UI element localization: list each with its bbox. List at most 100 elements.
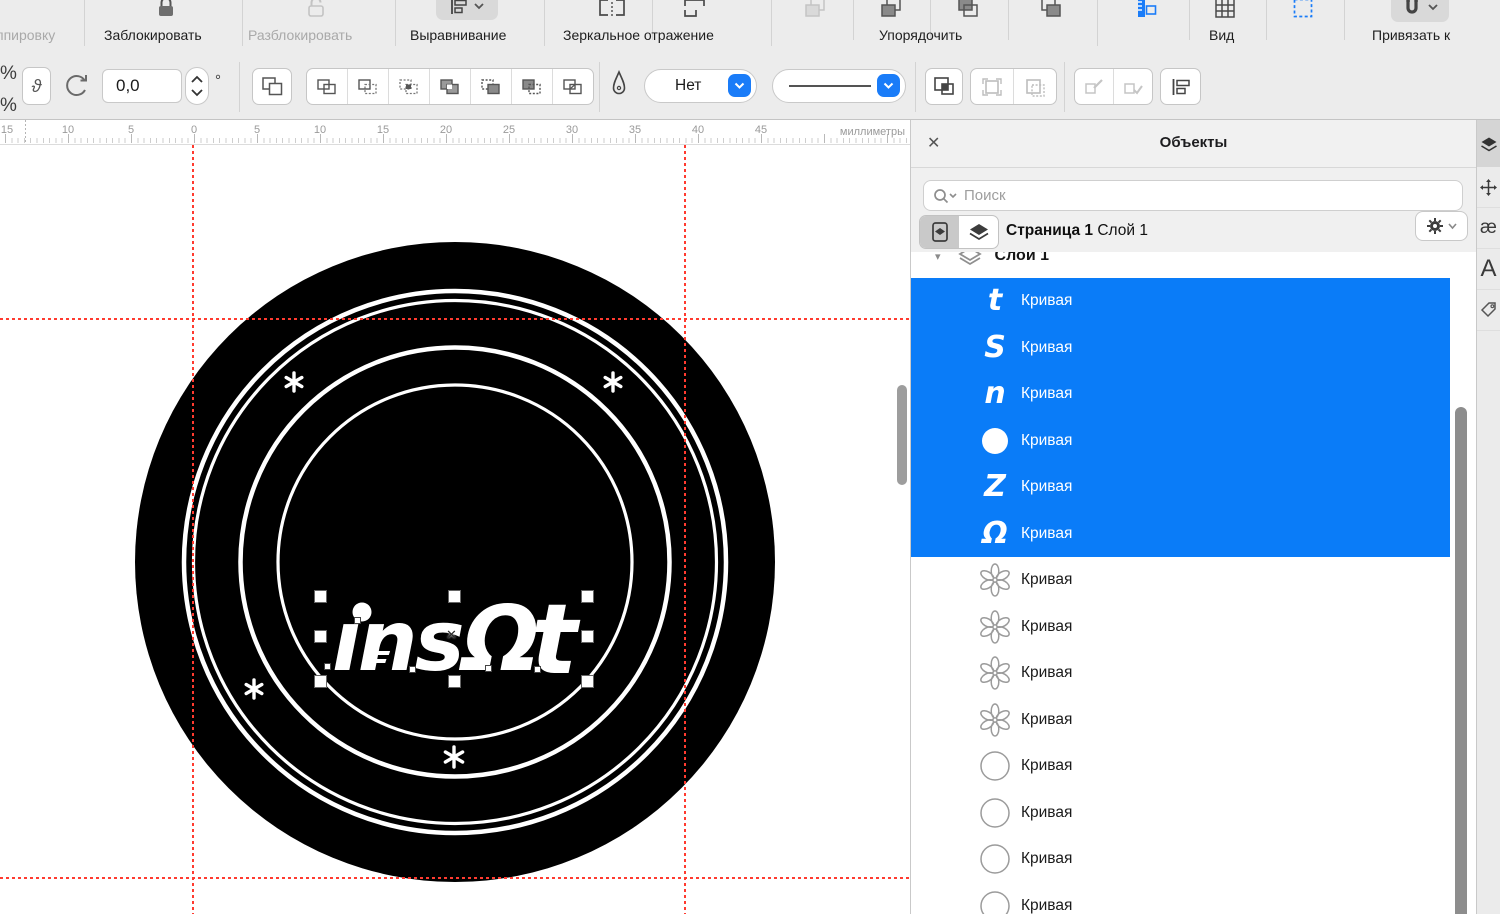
shape-exclude-button[interactable] <box>430 69 471 104</box>
canvas[interactable]: ıns Ω t ✕ <box>0 145 910 914</box>
selection-handle-ne[interactable] <box>581 590 594 603</box>
selection-handle-e[interactable] <box>581 630 594 643</box>
object-row-curve[interactable]: Кривая <box>911 883 1450 914</box>
vertical-guide[interactable] <box>684 145 686 914</box>
list-mode-segmented-control[interactable] <box>919 215 999 249</box>
stamp-artwork[interactable]: ıns Ω t <box>135 242 775 882</box>
object-anchor[interactable] <box>354 617 361 624</box>
object-row-curve[interactable]: SКривая <box>911 325 1450 372</box>
object-name[interactable]: Кривая <box>1021 432 1072 450</box>
snap-button-label[interactable]: Привязать к <box>1372 27 1450 43</box>
text-align-button[interactable] <box>1160 68 1201 105</box>
shape-outline-button[interactable] <box>553 69 593 104</box>
object-anchor[interactable] <box>485 665 492 672</box>
arrange-button-label[interactable]: Упорядочить <box>879 27 962 43</box>
object-name[interactable]: Кривая <box>1021 850 1072 868</box>
object-name[interactable]: Кривая <box>1021 385 1072 403</box>
rotate-icon[interactable] <box>62 71 90 99</box>
disclosure-triangle-icon[interactable]: ▾ <box>935 252 941 263</box>
selection-center-mark[interactable]: ✕ <box>446 627 457 643</box>
vertical-guide[interactable] <box>192 145 194 914</box>
object-name[interactable]: Кривая <box>1021 571 1072 589</box>
selection-handle-se[interactable] <box>581 675 594 688</box>
object-row-curve[interactable]: Кривая <box>911 557 1450 604</box>
tags-tab[interactable] <box>1477 290 1500 331</box>
search-input[interactable]: Поиск <box>923 180 1463 211</box>
layer-row[interactable]: ▾ Слой 1 <box>911 252 1476 278</box>
layers-view-toggle[interactable] <box>959 216 998 248</box>
object-row-curve[interactable]: Кривая <box>911 650 1450 697</box>
combine-shapes-button[interactable] <box>252 68 292 105</box>
horizontal-ruler[interactable]: 15105051015202530354045 миллиметры <box>0 120 910 145</box>
flip-horizontal-icon[interactable] <box>597 0 627 18</box>
grid-toggle-icon[interactable] <box>1214 0 1236 19</box>
selection-handle-sw[interactable] <box>314 675 327 688</box>
margins-toggle-icon[interactable] <box>1292 0 1314 19</box>
object-name[interactable]: Кривая <box>1021 339 1072 357</box>
shape-trim-button[interactable] <box>512 69 553 104</box>
dropdown-chevron-button[interactable] <box>877 74 900 97</box>
panel-options-button[interactable] <box>1415 211 1468 241</box>
bring-to-front-icon[interactable] <box>879 0 903 18</box>
objects-list-scrollbar[interactable] <box>1455 407 1467 914</box>
object-anchor[interactable] <box>324 663 331 670</box>
logo-text-t[interactable]: t <box>531 583 581 696</box>
stroke-width-dropdown[interactable] <box>772 69 906 103</box>
typography-tab[interactable]: æ <box>1477 208 1500 249</box>
selection-handle-n[interactable] <box>448 590 461 603</box>
horizontal-guide[interactable] <box>0 877 910 879</box>
rotation-angle-input[interactable]: 0,0 <box>102 69 182 103</box>
selection-handle-w[interactable] <box>314 630 327 643</box>
object-row-curve[interactable]: Кривая <box>911 743 1450 790</box>
lock-button-label[interactable]: Заблокировать <box>104 27 202 43</box>
logo-text-ins[interactable]: ıns <box>332 592 463 690</box>
shear-button[interactable]: ϑ <box>22 67 51 105</box>
object-row-curve[interactable]: nКривая <box>911 371 1450 418</box>
object-name[interactable]: Кривая <box>1021 618 1072 636</box>
object-anchor[interactable] <box>409 666 416 673</box>
rulers-toggle-icon[interactable] <box>1134 0 1158 19</box>
transform-tab[interactable] <box>1477 167 1500 208</box>
selection-handle-nw[interactable] <box>314 590 327 603</box>
object-name[interactable]: Кривая <box>1021 804 1072 822</box>
object-anchor[interactable] <box>534 666 541 673</box>
horizontal-guide[interactable] <box>0 318 910 320</box>
send-to-back-icon[interactable] <box>1039 0 1063 18</box>
layer-name[interactable]: Слой 1 <box>995 252 1049 265</box>
object-row-curve[interactable]: Кривая <box>911 418 1450 465</box>
send-backward-icon[interactable] <box>956 0 980 18</box>
lock-icon[interactable] <box>156 0 176 20</box>
object-row-curve[interactable]: ZКривая <box>911 464 1450 511</box>
object-row-curve[interactable]: Кривая <box>911 697 1450 744</box>
object-row-curve[interactable]: tКривая <box>911 278 1450 325</box>
object-name[interactable]: Кривая <box>1021 897 1072 914</box>
align-button-label[interactable]: Выравнивание <box>410 27 506 43</box>
canvas-vertical-scrollbar[interactable] <box>897 385 907 485</box>
object-name[interactable]: Кривая <box>1021 757 1072 775</box>
mask-button[interactable] <box>925 68 963 105</box>
shape-subtract-button[interactable] <box>348 69 389 104</box>
shape-divide-button[interactable] <box>471 69 512 104</box>
logo-text-omega[interactable]: Ω <box>458 587 540 692</box>
object-row-curve[interactable]: ΩКривая <box>911 511 1450 558</box>
object-name[interactable]: Кривая <box>1021 664 1072 682</box>
flip-vertical-icon[interactable] <box>682 0 708 18</box>
page-view-toggle[interactable] <box>920 216 959 248</box>
mirror-button-label[interactable]: Зеркальное отражение <box>563 27 714 43</box>
stepper-up-icon[interactable] <box>191 75 203 83</box>
alignment-dropdown-button[interactable] <box>436 0 498 20</box>
object-name[interactable]: Кривая <box>1021 525 1072 543</box>
stepper-down-icon[interactable] <box>191 89 203 97</box>
object-name[interactable]: Кривая <box>1021 711 1072 729</box>
text-tab[interactable]: A <box>1477 249 1500 290</box>
snap-dropdown-button[interactable] <box>1391 0 1449 22</box>
object-name[interactable]: Кривая <box>1021 478 1072 496</box>
stroke-style-dropdown[interactable]: Нет <box>644 69 757 103</box>
rotation-stepper[interactable] <box>185 67 209 105</box>
object-row-curve[interactable]: Кривая <box>911 836 1450 883</box>
selection-handle-s[interactable] <box>448 675 461 688</box>
object-row-curve[interactable]: Кривая <box>911 604 1450 651</box>
objects-tab[interactable] <box>1477 120 1500 167</box>
dropdown-chevron-button[interactable] <box>728 74 751 97</box>
shape-union-button[interactable] <box>307 69 348 104</box>
